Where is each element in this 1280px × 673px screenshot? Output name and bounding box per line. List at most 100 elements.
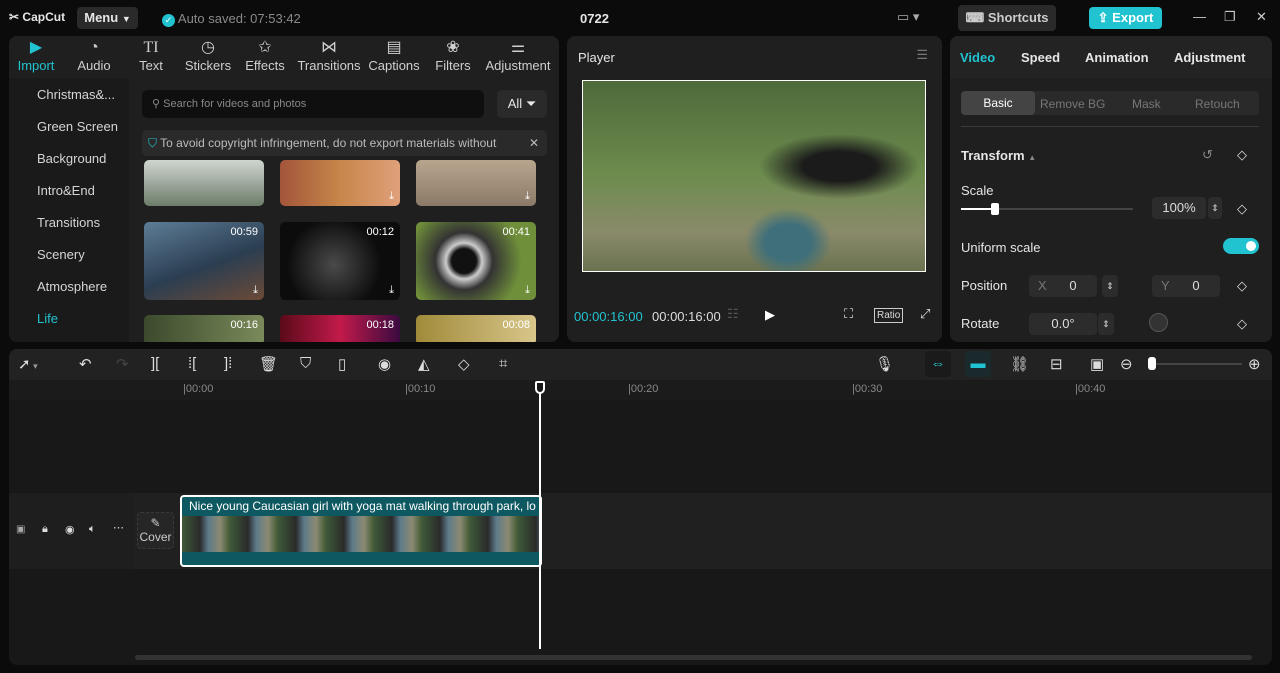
more-icon[interactable]: ⋯ xyxy=(113,521,124,534)
tab-transitions[interactable]: ⋈ Transitions xyxy=(296,36,362,78)
tab-stickers[interactable]: ◷ Stickers xyxy=(181,36,235,78)
speed-icon[interactable]: ◉ xyxy=(378,355,391,373)
lock-icon[interactable]: 🔒︎ xyxy=(42,523,48,536)
media-thumbnail[interactable]: 00:41 ⤓ xyxy=(416,222,536,300)
mirror-icon[interactable]: ◭ xyxy=(418,355,430,373)
subtab-remove-bg[interactable]: Remove BG xyxy=(1040,97,1105,111)
sidebar-item[interactable]: Transitions xyxy=(37,215,100,230)
minimize-button[interactable]: — xyxy=(1193,9,1206,24)
cover-button[interactable]: ✎ Cover xyxy=(137,512,174,549)
shortcuts-button[interactable]: ⌨ Shortcuts xyxy=(958,5,1056,31)
close-button[interactable]: ✕ xyxy=(1256,9,1267,25)
link-icon[interactable]: ⛓︎ xyxy=(1010,355,1029,373)
rotate-dial[interactable] xyxy=(1149,313,1168,332)
tab-adjustment[interactable]: Adjustment xyxy=(1174,50,1246,65)
position-x-stepper[interactable]: ⇕ xyxy=(1102,275,1118,297)
zoom-in-icon[interactable]: ⊕ xyxy=(1248,355,1261,373)
tab-video[interactable]: Video xyxy=(960,50,995,65)
select-tool-icon[interactable]: ➚ ▾ xyxy=(18,355,38,373)
zoom-slider[interactable] xyxy=(1148,357,1242,370)
close-icon[interactable]: ✕ xyxy=(529,130,539,156)
reset-icon[interactable]: ↺ xyxy=(1202,147,1213,163)
sidebar-item[interactable]: Scenery xyxy=(37,247,85,262)
split-right-icon[interactable]: ]⁞ xyxy=(224,355,232,372)
media-thumbnail[interactable]: 00:18 xyxy=(280,315,400,342)
position-y-input[interactable]: Y0 xyxy=(1152,275,1220,297)
download-icon[interactable]: ⤓ xyxy=(389,284,394,297)
horizontal-scrollbar[interactable] xyxy=(135,655,1252,660)
restore-button[interactable]: ❐ xyxy=(1224,9,1236,25)
tab-text[interactable]: TI Text xyxy=(131,36,171,78)
rotate-input[interactable]: 0.0° xyxy=(1029,313,1097,335)
eye-icon[interactable]: ◉ xyxy=(65,523,75,536)
download-icon[interactable]: ⤓ xyxy=(253,284,258,297)
subtab-mask[interactable]: Mask xyxy=(1132,97,1161,111)
tab-adjustment[interactable]: ⚌ Adjustment xyxy=(483,36,553,78)
split-left-icon[interactable]: ⁞[ xyxy=(188,355,196,372)
split-icon[interactable]: ][ xyxy=(151,355,159,372)
export-button[interactable]: ⇪ Export xyxy=(1089,7,1162,29)
sidebar-item[interactable]: Green Screen xyxy=(37,119,118,134)
zoom-slider-handle[interactable] xyxy=(1148,357,1156,370)
tab-captions[interactable]: ▤ Captions xyxy=(367,36,421,78)
player-menu-icon[interactable]: ☰ xyxy=(916,47,928,63)
auto-snap-icon[interactable]: ▬ xyxy=(965,351,991,377)
ratio-button[interactable]: Ratio xyxy=(874,308,904,323)
preview-axis-icon[interactable]: ⊟ xyxy=(1050,355,1063,373)
microphone-icon[interactable]: 🎙︎ xyxy=(875,355,894,373)
keyframe-icon[interactable]: ◇ xyxy=(1237,278,1247,294)
layout-icon[interactable]: ▭ ▾ xyxy=(897,9,919,25)
transform-heading[interactable]: Transform ▲ xyxy=(961,148,1036,163)
freeze-icon[interactable]: ▯ xyxy=(338,355,346,373)
tab-audio[interactable]: ◔ Audio xyxy=(71,36,117,78)
tab-import[interactable]: ▶ Import xyxy=(11,36,61,78)
zoom-out-icon[interactable]: ⊖ xyxy=(1120,355,1133,373)
fit-icon[interactable]: ⛶ xyxy=(844,306,853,322)
download-icon[interactable]: ⤓ xyxy=(389,190,394,203)
volume-icon[interactable]: 🔈︎ xyxy=(89,523,96,536)
media-thumbnail[interactable]: 00:16 xyxy=(144,315,264,342)
scale-slider[interactable] xyxy=(961,203,1133,215)
keyframe-icon[interactable]: ◇ xyxy=(1237,201,1247,217)
download-icon[interactable]: ⤓ xyxy=(525,190,530,203)
scale-slider-handle[interactable] xyxy=(991,203,1000,215)
sidebar-item[interactable]: Atmosphere xyxy=(37,279,107,294)
sidebar-item-active[interactable]: Life xyxy=(37,311,58,326)
tab-effects[interactable]: ✩ Effects xyxy=(243,36,287,78)
redo-icon[interactable]: ↷ xyxy=(116,355,129,373)
tab-speed[interactable]: Speed xyxy=(1021,50,1060,65)
play-button[interactable]: ▶ xyxy=(765,307,775,323)
main-track-magnet-icon[interactable]: ⇔ xyxy=(925,351,951,377)
track-thumbnail-toggle-icon[interactable]: ▣ xyxy=(16,524,25,535)
sidebar-item[interactable]: Background xyxy=(37,151,106,166)
media-thumbnail[interactable]: 00:12 ⤓ xyxy=(280,222,400,300)
media-thumbnail[interactable]: 00:08 xyxy=(416,315,536,342)
scale-input[interactable]: 100% xyxy=(1152,197,1206,219)
media-thumbnail[interactable]: 00:59 ⤓ xyxy=(144,222,264,300)
keyframe-icon[interactable]: ◇ xyxy=(1237,147,1247,163)
tab-filters[interactable]: ❀ Filters xyxy=(432,36,474,78)
search-input[interactable]: ⚲ Search for videos and photos xyxy=(142,90,484,118)
sidebar-item[interactable]: Christmas&... xyxy=(37,87,115,102)
undo-icon[interactable]: ↶ xyxy=(79,355,92,373)
subtab-retouch[interactable]: Retouch xyxy=(1195,97,1240,111)
rotate-stepper[interactable]: ⇕ xyxy=(1098,313,1114,335)
scale-stepper[interactable]: ⇕ xyxy=(1208,197,1222,219)
video-preview[interactable] xyxy=(582,80,926,272)
filter-button[interactable]: All ⏷ xyxy=(497,90,547,118)
tab-animation[interactable]: Animation xyxy=(1085,50,1149,65)
video-clip[interactable]: Nice young Caucasian girl with yoga mat … xyxy=(180,495,542,567)
rotate-icon[interactable]: ◇ xyxy=(458,355,470,373)
waveform-icon[interactable]: ☷ xyxy=(727,306,739,322)
position-x-input[interactable]: X0 xyxy=(1029,275,1097,297)
media-thumbnail[interactable] xyxy=(144,160,264,206)
playhead[interactable] xyxy=(535,381,545,649)
fullscreen-icon[interactable]: ⤢ xyxy=(920,306,930,322)
menu-button[interactable]: Menu ▼ xyxy=(77,7,138,29)
crop-icon[interactable]: ⌗ xyxy=(499,355,507,372)
sidebar-item[interactable]: Intro&End xyxy=(37,183,95,198)
media-thumbnail[interactable]: ⤓ xyxy=(280,160,400,206)
delete-icon[interactable]: 🗑︎ xyxy=(259,355,278,373)
media-thumbnail[interactable]: ⤓ xyxy=(416,160,536,206)
keyframe-icon[interactable]: ◇ xyxy=(1237,316,1247,332)
